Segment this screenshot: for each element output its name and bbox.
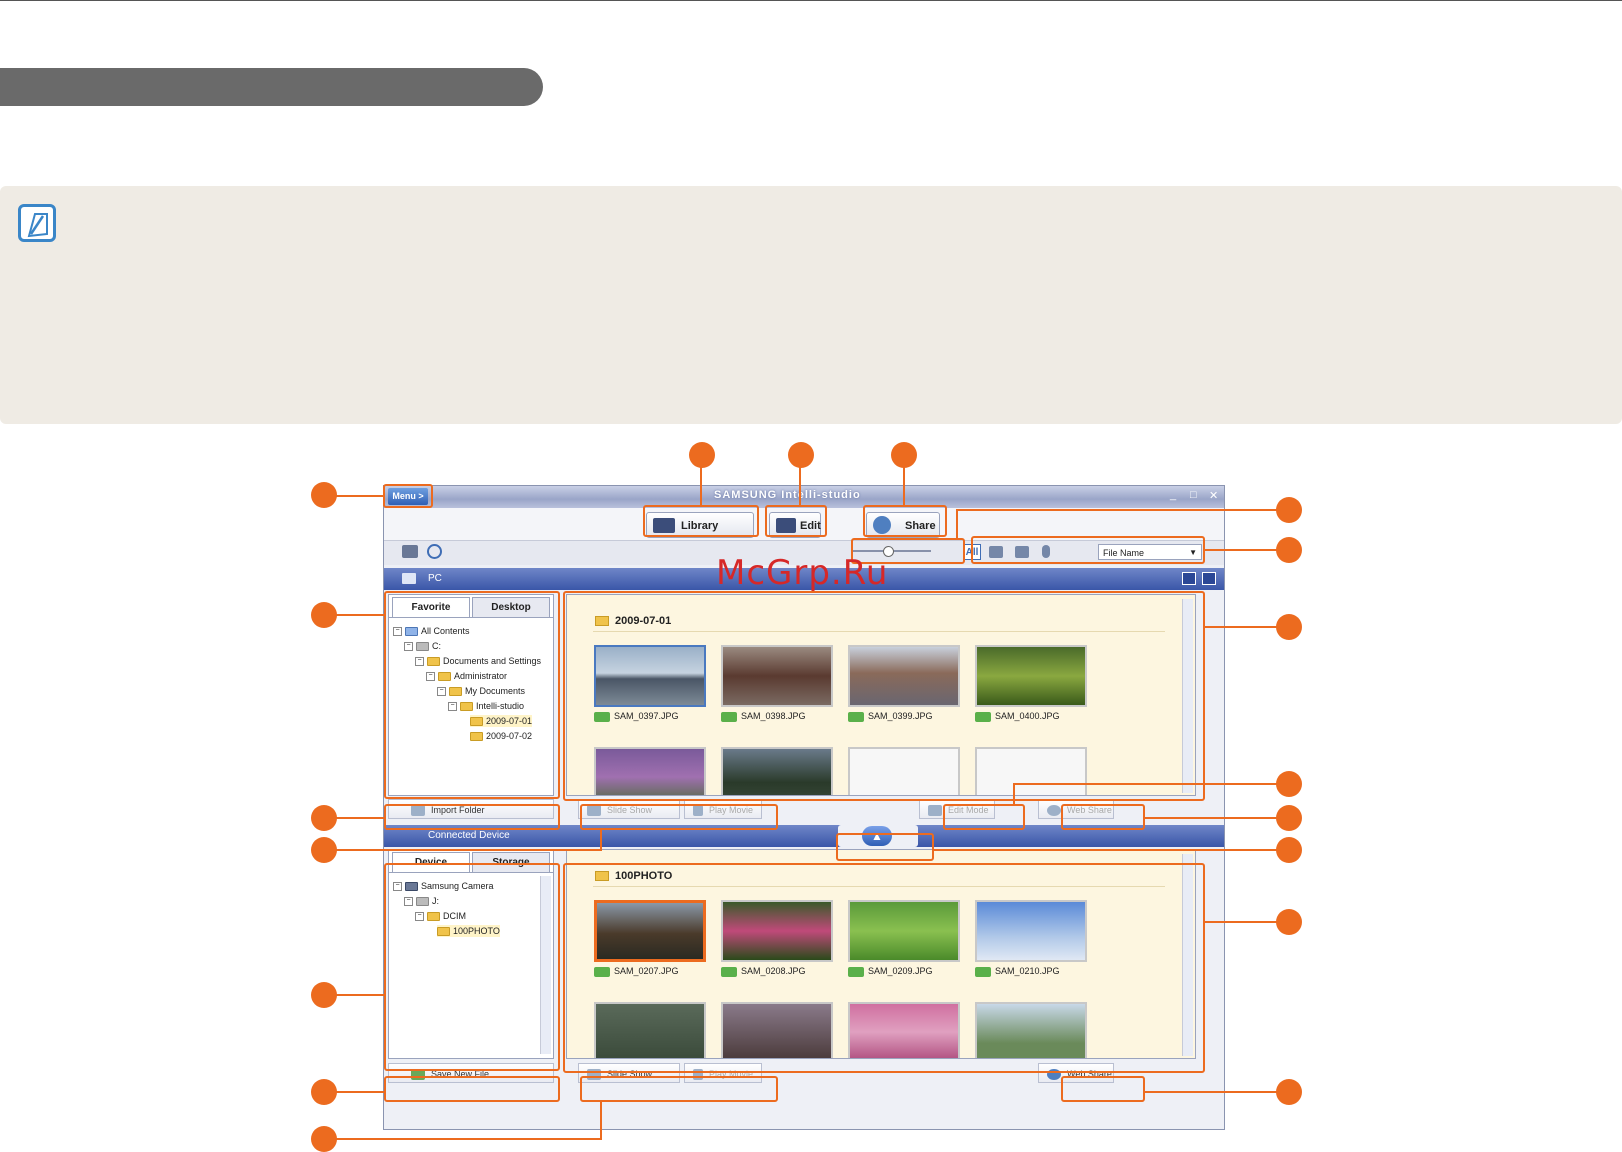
callout-line bbox=[1013, 783, 1015, 805]
callout-line bbox=[903, 466, 905, 506]
maximize-icon[interactable]: □ bbox=[1190, 489, 1197, 501]
callout-line bbox=[1145, 1091, 1284, 1093]
callout-line bbox=[330, 994, 384, 996]
callout-line bbox=[799, 466, 801, 506]
highlight-device-gallery bbox=[563, 863, 1205, 1073]
callout-marker bbox=[1276, 1079, 1302, 1105]
callout-line bbox=[1205, 549, 1284, 551]
zoom-search-icon[interactable] bbox=[427, 544, 442, 559]
highlight-device-slideshow bbox=[580, 1076, 778, 1102]
pane-maximize-icon[interactable] bbox=[1202, 572, 1216, 585]
highlight-edit-mode bbox=[943, 804, 1025, 830]
callout-line bbox=[700, 466, 702, 506]
callout-marker bbox=[689, 442, 715, 468]
close-icon[interactable]: ✕ bbox=[1209, 489, 1218, 502]
pc-pane-title: PC bbox=[428, 573, 442, 584]
watermark-text: McGrp.Ru bbox=[716, 553, 889, 593]
highlight-menu bbox=[383, 484, 433, 508]
callout-marker bbox=[311, 482, 337, 508]
callout-line bbox=[330, 1091, 384, 1093]
highlight-share bbox=[863, 505, 947, 537]
highlight-pc-gallery bbox=[563, 591, 1205, 801]
callout-line bbox=[956, 509, 958, 539]
minimize-icon[interactable]: _ bbox=[1170, 489, 1176, 501]
callout-line bbox=[1205, 921, 1284, 923]
globe-icon bbox=[1047, 805, 1061, 817]
highlight-device-tree bbox=[384, 863, 560, 1071]
callout-marker bbox=[1276, 909, 1302, 935]
callout-line bbox=[1013, 783, 1284, 785]
highlight-import bbox=[384, 804, 560, 830]
highlight-library bbox=[643, 505, 759, 537]
callout-line bbox=[330, 1138, 602, 1140]
callout-line bbox=[1205, 626, 1284, 628]
callout-line bbox=[330, 495, 384, 497]
callout-marker bbox=[1276, 614, 1302, 640]
callout-marker bbox=[1276, 497, 1302, 523]
callout-marker bbox=[1276, 537, 1302, 563]
note-box bbox=[0, 186, 1622, 424]
callout-marker bbox=[311, 837, 337, 863]
callout-marker bbox=[311, 1126, 337, 1152]
callout-line bbox=[600, 829, 602, 851]
callout-line bbox=[330, 817, 384, 819]
note-pencil-icon bbox=[18, 204, 56, 242]
edit-mode-icon bbox=[928, 805, 942, 817]
pane-minimize-icon[interactable] bbox=[1182, 572, 1196, 585]
callout-marker bbox=[1276, 837, 1302, 863]
highlight-save bbox=[384, 1076, 560, 1102]
callout-marker bbox=[788, 442, 814, 468]
highlight-pc-tree bbox=[384, 591, 560, 799]
callout-marker bbox=[311, 1079, 337, 1105]
highlight-device-web-share bbox=[1061, 1076, 1145, 1102]
highlight-transfer bbox=[836, 833, 934, 861]
callout-line bbox=[1145, 817, 1284, 819]
highlight-slideshow bbox=[580, 804, 778, 830]
top-rule bbox=[0, 0, 1622, 1]
print-icon[interactable] bbox=[402, 545, 418, 558]
callout-line bbox=[956, 509, 1284, 511]
section-title-bar bbox=[0, 68, 543, 106]
callout-line bbox=[330, 849, 602, 851]
highlight-web-share bbox=[1061, 804, 1145, 830]
highlight-filter-bar bbox=[971, 536, 1205, 564]
callout-line bbox=[330, 614, 384, 616]
callout-marker bbox=[1276, 805, 1302, 831]
callout-line bbox=[600, 1101, 602, 1140]
app-title: SAMSUNG Intelli-studio bbox=[714, 489, 861, 501]
callout-marker bbox=[311, 805, 337, 831]
monitor-icon bbox=[402, 573, 416, 584]
callout-line bbox=[934, 849, 1284, 851]
callout-marker bbox=[1276, 771, 1302, 797]
callout-marker bbox=[891, 442, 917, 468]
highlight-edit bbox=[765, 505, 827, 537]
callout-marker bbox=[311, 602, 337, 628]
callout-marker bbox=[311, 982, 337, 1008]
